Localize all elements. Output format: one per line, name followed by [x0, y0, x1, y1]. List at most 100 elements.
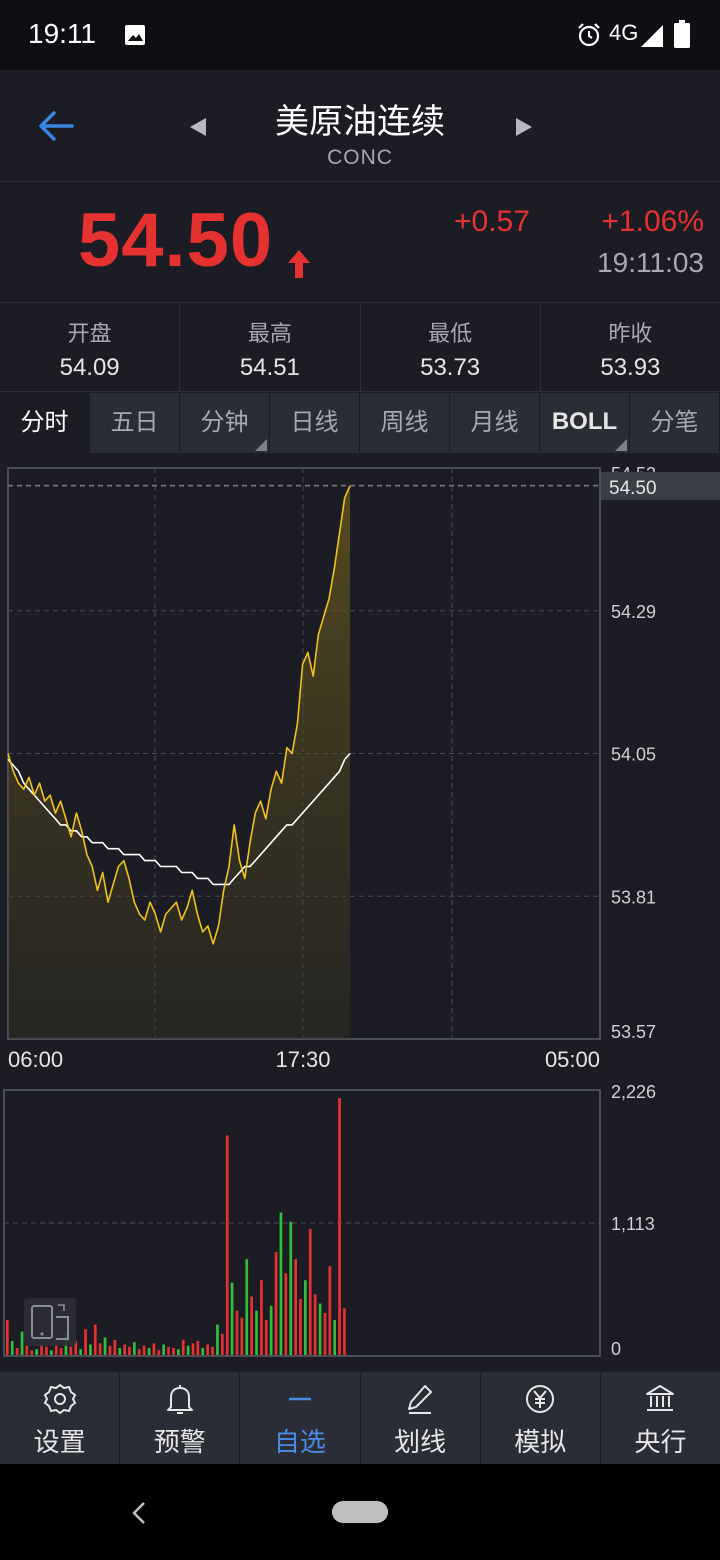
stat-label: 最高 — [247, 322, 292, 347]
price-axis-label: 54.05 — [611, 745, 656, 765]
volume-bar — [162, 1344, 165, 1355]
instrument-code: CONC — [327, 146, 393, 169]
tab-intraday[interactable]: 分时 — [0, 393, 90, 453]
volume-bar — [318, 1303, 322, 1355]
volume-bar — [152, 1343, 156, 1355]
tab-boll[interactable]: BOLL — [540, 393, 630, 453]
volume-bar — [191, 1343, 195, 1355]
volume-bar — [142, 1345, 146, 1355]
volume-bar — [308, 1228, 312, 1355]
volume-bar — [294, 1259, 297, 1355]
nav-label: 设置 — [33, 1428, 86, 1458]
volume-bar — [10, 1341, 14, 1355]
volume-bar — [186, 1345, 190, 1355]
tab-label: 分钟 — [200, 408, 249, 436]
status-time: 19:11 — [28, 18, 96, 49]
volume-bar — [245, 1259, 249, 1355]
stat-label: 开盘 — [67, 322, 112, 347]
nav-draw-line[interactable]: 划线 — [361, 1372, 481, 1464]
chart-canvas[interactable]: 54.5354.2954.0553.8153.5754.5006:0017:30… — [0, 455, 720, 1370]
volume-bar — [206, 1344, 209, 1355]
alarm-icon — [578, 23, 600, 47]
stat-value: 53.93 — [600, 354, 661, 381]
volume-bar — [279, 1212, 283, 1355]
volume-bar — [177, 1349, 180, 1355]
volume-bar — [98, 1343, 102, 1355]
nav-settings[interactable]: 设置 — [0, 1372, 121, 1464]
volume-bar — [167, 1346, 170, 1355]
volume-bar — [123, 1344, 126, 1355]
nav-central-bank[interactable]: 央行 — [601, 1372, 720, 1464]
volume-bar — [201, 1348, 205, 1355]
volume-bar — [118, 1348, 122, 1355]
volume-bar — [255, 1310, 258, 1355]
stat-value: 53.73 — [420, 354, 481, 381]
dropdown-corner-icon — [615, 439, 627, 451]
up-arrow-icon — [288, 250, 310, 278]
volume-bar — [157, 1350, 161, 1355]
volume-bar — [313, 1294, 317, 1355]
volume-axis-label: 2,226 — [611, 1082, 656, 1102]
period-tabs: 分时 五日 分钟 日线 周线 月线 BOLL 分笔 — [0, 393, 720, 453]
tab-daily[interactable]: 日线 — [270, 393, 360, 453]
volume-bar — [338, 1098, 341, 1355]
volume-bar — [133, 1342, 136, 1355]
volume-bar — [59, 1348, 63, 1355]
image-icon — [125, 25, 145, 45]
volume-bar — [299, 1298, 302, 1355]
intraday-chart[interactable]: 54.5354.2954.0553.8153.5754.5006:0017:30… — [0, 455, 720, 1370]
bottom-toolbar: 设置 预警 自选 划线 模拟 央行 — [0, 1372, 720, 1464]
quote-panel: 54.50 +0.57 +1.06% 19:11:03 — [0, 183, 720, 303]
tab-ticks[interactable]: 分笔 — [630, 393, 720, 453]
volume-bar — [45, 1346, 48, 1355]
volume-bar — [79, 1349, 82, 1355]
volume-bar — [323, 1313, 327, 1355]
instrument-name: 美原油连续 — [275, 102, 445, 142]
volume-bar — [225, 1135, 229, 1355]
volume-bar — [250, 1296, 253, 1355]
volume-bar — [6, 1320, 9, 1355]
nav-label: 划线 — [394, 1428, 447, 1458]
nav-label: 预警 — [153, 1428, 206, 1458]
stat-open: 开盘 54.09 — [0, 304, 181, 391]
volume-bar — [103, 1337, 107, 1355]
nav-label: 模拟 — [514, 1428, 567, 1458]
volume-bar — [235, 1310, 239, 1355]
time-axis-label: 05:00 — [545, 1047, 600, 1072]
network-type: 4G — [609, 20, 639, 45]
volume-bar — [274, 1252, 278, 1355]
stat-label: 昨收 — [608, 322, 653, 347]
pen-icon — [408, 1385, 433, 1414]
current-price-label: 54.50 — [609, 478, 657, 499]
volume-bar — [30, 1350, 34, 1355]
rotate-screen-icon[interactable] — [24, 1298, 76, 1346]
tab-minute[interactable]: 分钟 — [180, 393, 270, 453]
volume-bar — [333, 1320, 336, 1355]
volume-bar — [289, 1221, 293, 1355]
tab-monthly[interactable]: 月线 — [450, 393, 540, 453]
next-instrument-icon[interactable] — [512, 116, 536, 138]
volume-bar — [113, 1339, 117, 1355]
volume-bar — [269, 1305, 273, 1355]
tab-weekly[interactable]: 周线 — [360, 393, 450, 453]
nav-watchlist[interactable]: 自选 — [240, 1372, 361, 1464]
volume-bar — [343, 1308, 346, 1355]
volume-bar — [221, 1334, 224, 1355]
volume-bar — [108, 1345, 112, 1355]
volume-bar — [196, 1341, 200, 1355]
nav-simulate[interactable]: 模拟 — [481, 1372, 601, 1464]
battery-icon — [674, 20, 690, 48]
volume-bar — [328, 1266, 332, 1355]
stat-value: 54.09 — [59, 354, 120, 381]
system-back-icon[interactable] — [128, 1500, 150, 1526]
system-nav-bar — [0, 1464, 720, 1560]
bell-icon — [166, 1385, 193, 1414]
home-pill[interactable] — [332, 1501, 388, 1523]
volume-bar — [20, 1331, 24, 1355]
status-bar: 19:11 4G — [0, 0, 720, 70]
nav-alerts[interactable]: 预警 — [120, 1372, 241, 1464]
tab-five-day[interactable]: 五日 — [90, 393, 180, 453]
quote-time: 19:11:03 — [597, 247, 704, 278]
volume-bar — [15, 1348, 19, 1355]
volume-bar — [172, 1348, 175, 1355]
